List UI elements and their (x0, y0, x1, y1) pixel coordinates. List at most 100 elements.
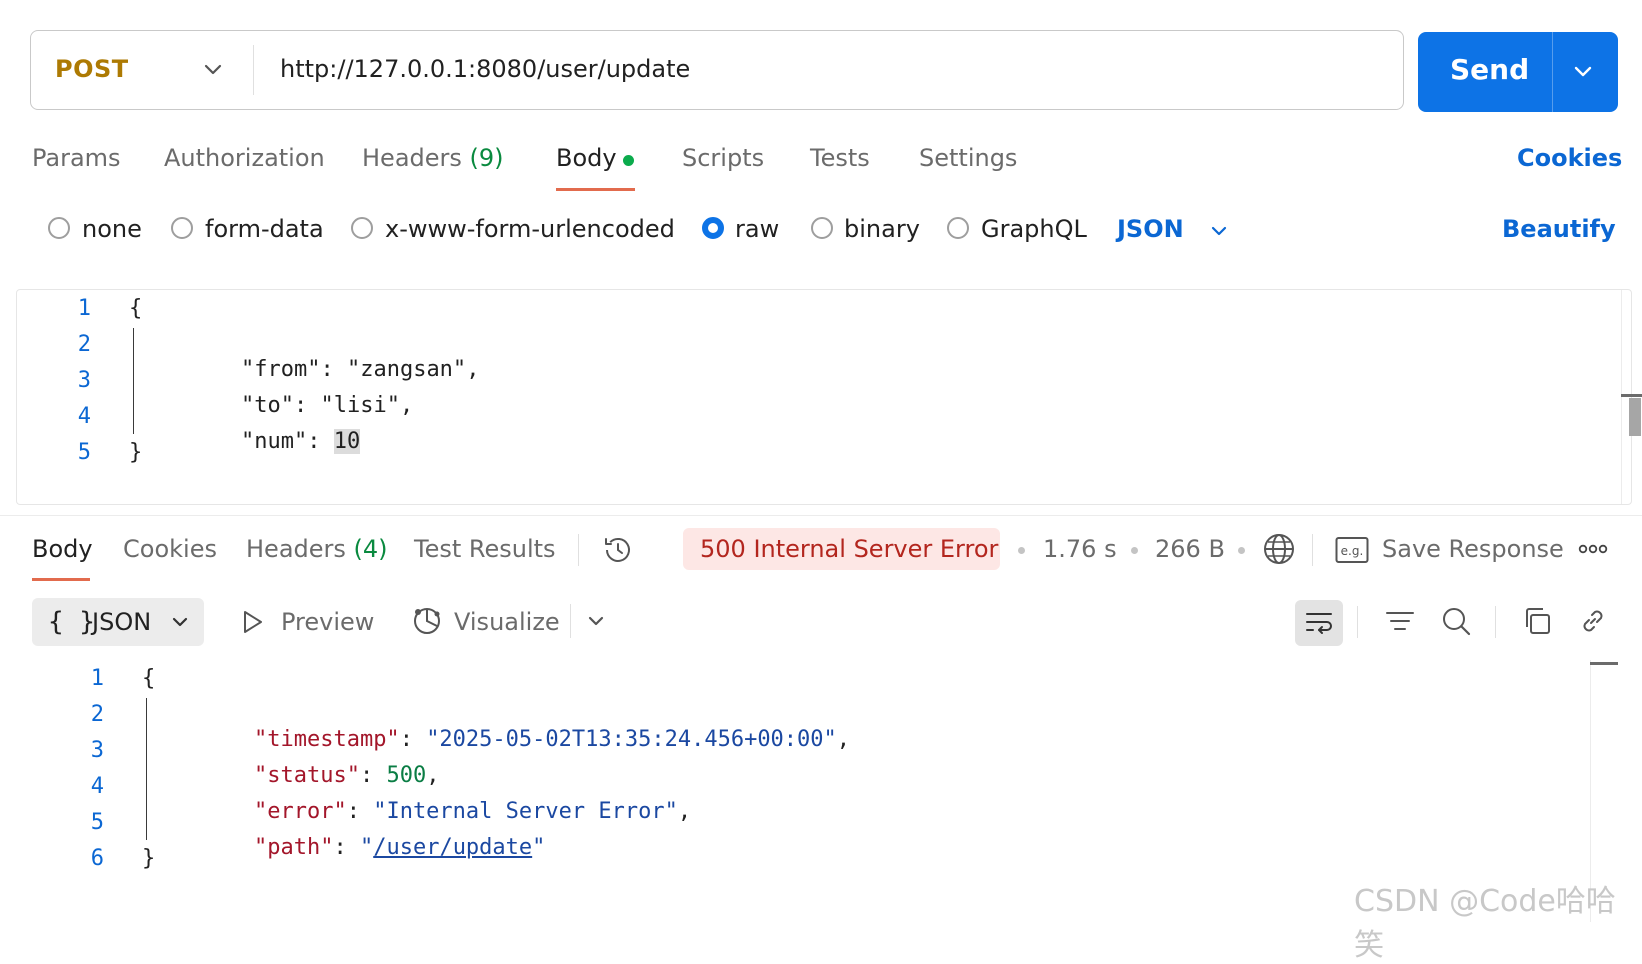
path-link[interactable]: /user/update (373, 835, 532, 860)
code-line: "num": 10 (240, 429, 361, 454)
tab-body[interactable]: Body (556, 144, 617, 172)
wrap-icon (1306, 613, 1332, 634)
indent-guide (146, 698, 147, 840)
line-number: 2 (90, 702, 104, 727)
radio-urlencoded[interactable] (351, 217, 373, 239)
preview-button[interactable]: Preview (281, 608, 374, 636)
response-scrollbar-cap[interactable] (1590, 662, 1618, 665)
response-tab-headers-label: Headers (246, 535, 346, 563)
visualize-icon[interactable] (410, 604, 444, 638)
separator-dot (1018, 547, 1025, 554)
response-format-label: JSON (92, 608, 152, 636)
method-selector[interactable]: POST (55, 55, 129, 83)
line-number: 1 (90, 666, 104, 691)
search-icon[interactable] (1440, 605, 1472, 637)
tab-authorization[interactable]: Authorization (164, 144, 325, 172)
cookies-link[interactable]: Cookies (1517, 144, 1622, 172)
filter-icon[interactable] (1385, 607, 1415, 635)
response-format-select[interactable]: { } JSON (32, 598, 204, 646)
response-tab-cookies[interactable]: Cookies (123, 535, 217, 563)
send-button[interactable]: Send (1418, 32, 1618, 112)
copy-icon[interactable] (1522, 606, 1552, 636)
globe-icon[interactable] (1262, 532, 1296, 566)
radio-graphql-label[interactable]: GraphQL (981, 215, 1087, 243)
tab-params[interactable]: Params (32, 144, 121, 172)
radio-raw[interactable] (702, 217, 724, 239)
radio-binary[interactable] (811, 217, 833, 239)
watermark: CSDN @Code哈哈笑 (1354, 884, 1616, 963)
separator-dot (1238, 547, 1245, 554)
response-body-viewer[interactable]: 1 2 3 4 5 6 { "timestamp": "2025-05-02T1… (0, 660, 1590, 922)
line-number: 4 (90, 774, 104, 799)
response-size[interactable]: 266 B (1155, 535, 1225, 563)
chevron-down-icon (168, 610, 192, 634)
toolbar-divider (1312, 534, 1313, 566)
response-tab-headers[interactable]: Headers (4) (246, 535, 388, 563)
toolbar-divider (570, 604, 571, 638)
history-icon[interactable] (601, 533, 635, 567)
line-number: 3 (90, 738, 104, 763)
status-badge[interactable]: 500 Internal Server Error (683, 528, 1000, 570)
send-options-chevron-icon[interactable] (1568, 57, 1598, 87)
chevron-down-icon[interactable] (1206, 218, 1232, 244)
editor-scrollbar-thumb[interactable] (1629, 398, 1641, 436)
code-open-brace: { (142, 666, 156, 691)
editor-scrollbar-cap (1621, 394, 1642, 397)
request-body-editor[interactable]: 1 2 3 4 5 { "from": "zangsan", "to": "li… (16, 289, 1642, 505)
radio-urlencoded-label[interactable]: x-www-form-urlencoded (385, 215, 675, 243)
tab-settings[interactable]: Settings (919, 144, 1017, 172)
indent-guide (133, 328, 134, 434)
radio-raw-label[interactable]: raw (735, 215, 779, 243)
code-close-brace: } (142, 846, 156, 871)
radio-binary-label[interactable]: binary (844, 215, 920, 243)
chevron-down-icon[interactable] (198, 55, 228, 85)
line-number: 2 (77, 332, 91, 357)
line-number: 1 (77, 296, 91, 321)
active-tab-indicator (32, 578, 90, 581)
response-tab-test-results[interactable]: Test Results (414, 535, 556, 563)
toolbar-divider (1495, 606, 1496, 638)
status-text: 500 Internal Server Error (700, 535, 999, 563)
example-icon: e.g. (1335, 536, 1369, 564)
link-icon[interactable] (1578, 606, 1608, 636)
send-divider (1552, 32, 1553, 112)
selected-value: 10 (333, 429, 361, 454)
code-close-brace: } (129, 440, 143, 465)
tab-headers[interactable]: Headers (9) (362, 144, 504, 172)
radio-none[interactable] (48, 217, 70, 239)
line-number: 3 (77, 368, 91, 393)
body-modified-dot (623, 155, 634, 166)
body-format-select[interactable]: JSON (1117, 215, 1184, 243)
editor-scrollbar-track (1621, 290, 1622, 504)
radio-graphql[interactable] (947, 217, 969, 239)
url-input[interactable]: http://127.0.0.1:8080/user/update (280, 55, 690, 83)
send-label: Send (1450, 53, 1530, 86)
chevron-down-icon[interactable] (583, 608, 609, 634)
response-tab-headers-count: (4) (353, 535, 388, 563)
tab-headers-count: (9) (469, 144, 504, 172)
tab-scripts[interactable]: Scripts (682, 144, 764, 172)
response-time[interactable]: 1.76 s (1043, 535, 1117, 563)
radio-form-data-label[interactable]: form-data (205, 215, 324, 243)
code-open-brace: { (129, 296, 143, 321)
save-response-button[interactable]: Save Response (1382, 535, 1564, 563)
visualize-button[interactable]: Visualize (454, 608, 560, 636)
radio-none-label[interactable]: none (82, 215, 142, 243)
radio-form-data[interactable] (171, 217, 193, 239)
tab-headers-label: Headers (362, 144, 462, 172)
line-number: 4 (77, 404, 91, 429)
line-number: 6 (90, 846, 104, 871)
line-number: 5 (77, 440, 91, 465)
active-tab-indicator (556, 188, 635, 191)
response-tab-body[interactable]: Body (32, 535, 93, 563)
play-icon[interactable] (240, 608, 266, 636)
tab-tests[interactable]: Tests (810, 144, 870, 172)
json-braces-icon: { } (48, 607, 95, 637)
beautify-button[interactable]: Beautify (1502, 215, 1616, 243)
toolbar-divider (1357, 606, 1358, 638)
word-wrap-button[interactable] (1295, 600, 1343, 646)
more-options-icon[interactable] (1578, 537, 1608, 561)
separator-dot (1131, 547, 1138, 554)
pane-divider[interactable] (0, 515, 1642, 516)
url-bar: POST http://127.0.0.1:8080/user/update (30, 30, 1404, 110)
